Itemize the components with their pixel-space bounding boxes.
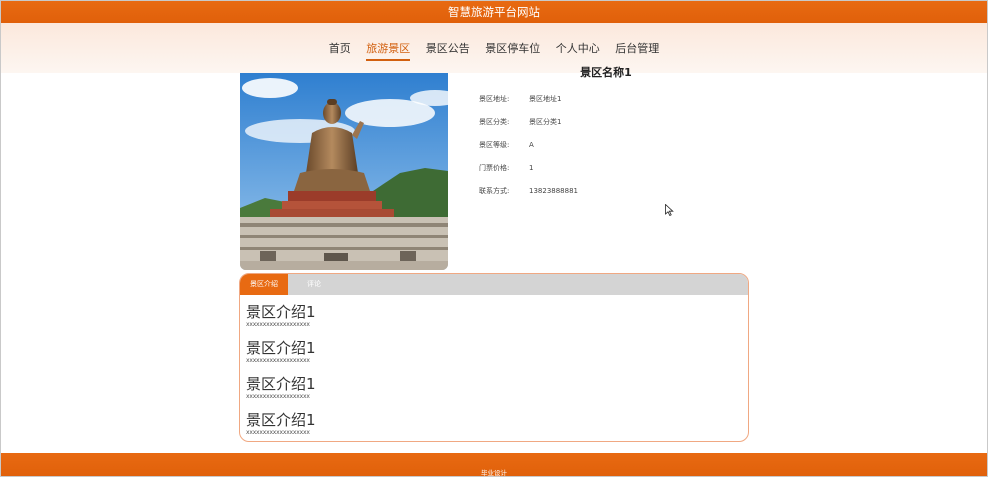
intro-section: 景区介绍1 xxxxxxxxxxxxxxxxxxx (246, 412, 316, 437)
info-label: 景区等级: (479, 141, 510, 149)
mouse-cursor-icon (665, 201, 674, 220)
nav-bar: 首页 旅游景区 景区公告 景区停车位 个人中心 后台管理 (1, 23, 987, 73)
info-row-category: 景区分类: 景区分类1 (479, 117, 729, 127)
info-row-address: 景区地址: 景区地址1 (479, 94, 729, 104)
nav-item-personal-center[interactable]: 个人中心 (556, 40, 600, 59)
nav-item-parking[interactable]: 景区停车位 (485, 40, 540, 59)
nav-item-scenic-spots[interactable]: 旅游景区 (366, 40, 411, 61)
info-label: 门票价格: (479, 164, 510, 172)
footer-text: 毕业设计 (481, 469, 507, 477)
info-label: 景区地址: (479, 95, 510, 103)
browser-viewport: 智慧旅游平台网站 首页 旅游景区 景区公告 景区停车位 个人中心 后台管理 景区… (0, 0, 988, 477)
info-value: 1 (529, 164, 534, 172)
footer: 毕业设计 (1, 453, 987, 477)
intro-text: xxxxxxxxxxxxxxxxxxx (246, 357, 310, 364)
info-value: 景区地址1 (529, 95, 562, 103)
info-value: 13823888881 (529, 187, 578, 195)
main-nav: 首页 旅游景区 景区公告 景区停车位 个人中心 后台管理 (1, 40, 987, 61)
nav-item-home[interactable]: 首页 (329, 40, 351, 59)
detail-tabs-panel: 景区介绍 评论 景区介绍1 xxxxxxxxxxxxxxxxxxx 景区介绍1 … (239, 273, 749, 442)
info-value: 景区分类1 (529, 118, 562, 126)
site-title: 智慧旅游平台网站 (448, 5, 540, 19)
intro-text: xxxxxxxxxxxxxxxxxxx (246, 393, 310, 400)
nav-item-admin[interactable]: 后台管理 (615, 40, 659, 59)
intro-text: xxxxxxxxxxxxxxxxxxx (246, 429, 310, 436)
nav-item-announcements[interactable]: 景区公告 (426, 40, 470, 59)
site-title-bar: 智慧旅游平台网站 (1, 1, 987, 23)
info-label: 景区分类: (479, 118, 510, 126)
intro-heading: 景区介绍1 (246, 375, 316, 393)
info-row-price: 门票价格: 1 (479, 163, 729, 173)
intro-heading: 景区介绍1 (246, 303, 316, 321)
intro-section: 景区介绍1 xxxxxxxxxxxxxxxxxxx (246, 340, 316, 365)
info-value: A (529, 141, 534, 149)
info-row-level: 景区等级: A (479, 140, 729, 150)
tab-intro[interactable]: 景区介绍 (240, 274, 288, 295)
intro-section: 景区介绍1 xxxxxxxxxxxxxxxxxxx (246, 376, 316, 401)
intro-section: 景区介绍1 xxxxxxxxxxxxxxxxxxx (246, 304, 316, 329)
tab-comments[interactable]: 评论 (298, 274, 330, 295)
scenic-spot-name: 景区名称1 (580, 66, 632, 79)
intro-heading: 景区介绍1 (246, 339, 316, 357)
info-row-contact: 联系方式: 13823888881 (479, 186, 729, 196)
intro-text: xxxxxxxxxxxxxxxxxxx (246, 321, 310, 328)
intro-heading: 景区介绍1 (246, 411, 316, 429)
tab-bar: 景区介绍 评论 (240, 274, 748, 295)
info-label: 联系方式: (479, 187, 510, 195)
scenic-spot-photo (240, 73, 448, 270)
